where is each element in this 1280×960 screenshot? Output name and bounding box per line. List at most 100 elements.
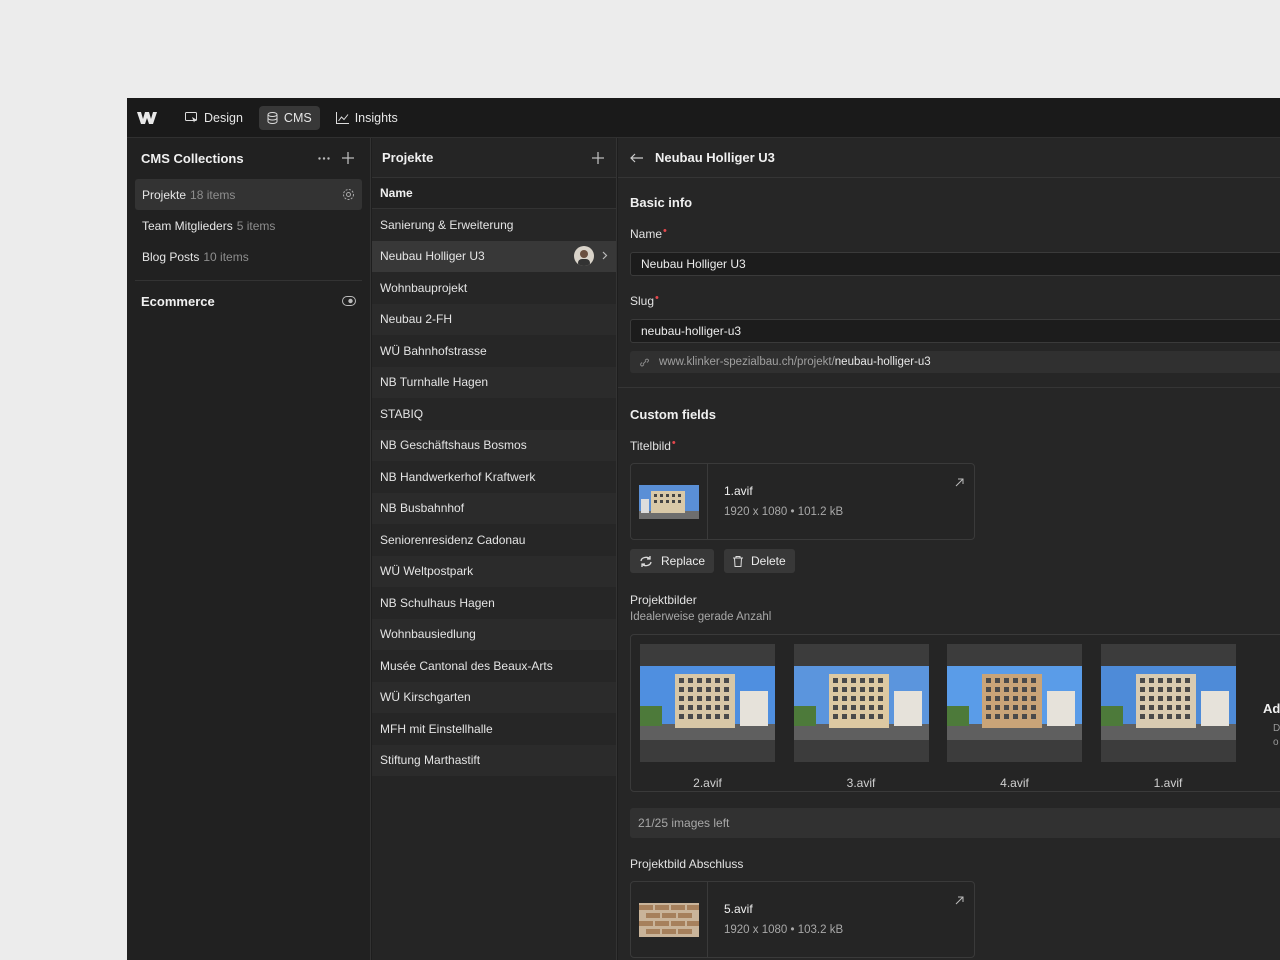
table-row[interactable]: MFH mit Einstellhalle	[372, 713, 616, 745]
table-row[interactable]: NB Busbahnhof	[372, 492, 616, 524]
collection-item-projekte[interactable]: Projekte 18 items	[135, 179, 362, 210]
row-name: Neubau Holliger U3	[380, 249, 485, 264]
gallery-caption: 3.avif	[846, 776, 876, 790]
gallery-item[interactable]: 2.avif	[640, 644, 775, 790]
tab-design[interactable]: Design	[177, 106, 251, 130]
trash-icon	[733, 555, 743, 567]
add-item-icon[interactable]	[590, 150, 606, 166]
required-marker: •	[663, 225, 667, 237]
add-collection-icon[interactable]	[340, 150, 356, 166]
collection-count: 10 items	[203, 249, 249, 264]
add-images-title: Ad	[1263, 701, 1280, 716]
settings-gear-icon[interactable]	[342, 188, 355, 201]
collection-item-team[interactable]: Team Mitglieders 5 items	[135, 210, 362, 241]
url-prefix: www.klinker-spezialbau.ch/projekt/	[659, 356, 835, 368]
row-name: Wohnbausiedlung	[380, 627, 476, 642]
editor-title: Neubau Holliger U3	[655, 150, 775, 165]
table-row[interactable]: WÜ Weltpostpark	[372, 555, 616, 587]
row-name: NB Turnhalle Hagen	[380, 375, 489, 390]
gallery-caption: 4.avif	[1000, 776, 1029, 790]
gallery-item[interactable]: 1.avif	[1100, 644, 1236, 790]
collection-item-blog[interactable]: Blog Posts 10 items	[135, 241, 362, 272]
table-row[interactable]: Sanierung & Erweiterung	[372, 209, 616, 241]
add-images-subtitle: D o	[1273, 723, 1280, 748]
titelbild-thumbnail	[631, 464, 708, 539]
collection-name: Team Mitglieders	[142, 218, 233, 233]
row-name: Seniorenresidenz Cadonau	[380, 532, 526, 547]
table-row[interactable]: NB Handwerkerhof Kraftwerk	[372, 461, 616, 493]
tab-cms-label: CMS	[283, 110, 312, 125]
items-panel: Projekte Name Sanierung & Erweiterung Neu…	[372, 138, 617, 960]
titelbild-label: Titelbild•	[618, 437, 676, 453]
table-row[interactable]: NB Geschäftshaus Bosmos	[372, 429, 616, 461]
row-name: Neubau 2-FH	[380, 312, 453, 327]
table-row[interactable]: NB Schulhaus Hagen	[372, 587, 616, 619]
slug-label-text: Slug	[630, 294, 655, 308]
table-row[interactable]: WÜ Kirschgarten	[372, 681, 616, 713]
abschluss-thumbnail	[631, 882, 708, 957]
delete-button[interactable]: Delete	[724, 549, 795, 573]
top-bar: Design CMS Insights	[127, 98, 1280, 138]
table-row[interactable]: Wohnbausiedlung	[372, 618, 616, 650]
collection-count: 18 items	[190, 187, 236, 202]
collection-name: Blog Posts	[142, 249, 200, 264]
name-label-text: Name	[630, 227, 663, 241]
back-arrow-icon[interactable]	[630, 153, 643, 163]
cms-app: Design CMS Insights CMS Collections Proj…	[127, 98, 1280, 960]
gallery-image	[640, 644, 775, 762]
eye-icon[interactable]	[342, 296, 356, 306]
add-images-area[interactable]: Ad D o	[1263, 701, 1280, 750]
images-left-status: 21/25 images left	[630, 808, 1280, 838]
external-link-icon[interactable]	[955, 892, 964, 910]
gallery-caption: 1.avif	[1153, 776, 1183, 790]
tab-insights[interactable]: Insights	[328, 106, 406, 130]
table-row[interactable]: WÜ Bahnhofstrasse	[372, 335, 616, 367]
external-link-icon[interactable]	[955, 474, 964, 492]
row-name: Wohnbauprojekt	[380, 280, 468, 295]
gallery-image	[1100, 644, 1236, 762]
tab-cms[interactable]: CMS	[258, 105, 320, 130]
ecommerce-section[interactable]: Ecommerce	[127, 281, 370, 321]
table-row[interactable]: STABIQ	[372, 398, 616, 430]
basic-info-heading: Basic info	[630, 195, 693, 210]
slug-field[interactable]: neubau-holliger-u3	[630, 319, 1280, 343]
row-name: WÜ Bahnhofstrasse	[380, 343, 487, 358]
table-row[interactable]: Neubau Holliger U3	[372, 240, 616, 272]
chevron-right-icon[interactable]	[602, 249, 608, 263]
titelbild-label-text: Titelbild	[630, 439, 671, 453]
more-icon[interactable]	[316, 150, 332, 166]
file-info: 1920 x 1080 • 101.2 kB	[724, 506, 844, 518]
replace-button[interactable]: Replace	[630, 549, 715, 573]
chart-icon	[335, 111, 349, 124]
projektbilder-hint: Idealerweise gerade Anzahl	[630, 611, 772, 623]
table-row[interactable]: Stiftung Marthastift	[372, 744, 616, 776]
gallery-item[interactable]: 3.avif	[793, 644, 929, 790]
collection-count: 5 items	[236, 218, 276, 233]
gallery-caption: 2.avif	[693, 776, 722, 790]
projektbilder-gallery: Ad D o 2.avif 3.avif 4.avif 1.avif	[630, 634, 1280, 792]
row-name: NB Schulhaus Hagen	[380, 595, 495, 610]
abschluss-file-card[interactable]: 5.avif 1920 x 1080 • 103.2 kB	[630, 881, 975, 958]
row-name: Stiftung Marthastift	[380, 753, 481, 768]
link-icon	[640, 358, 649, 366]
table-row[interactable]: Wohnbauprojekt	[372, 272, 616, 304]
row-name: NB Handwerkerhof Kraftwerk	[380, 469, 536, 484]
column-header-name[interactable]: Name	[372, 178, 616, 209]
url-preview[interactable]: www.klinker-spezialbau.ch/projekt/neubau…	[630, 351, 1280, 373]
titelbild-file-card[interactable]: 1.avif 1920 x 1080 • 101.2 kB	[630, 463, 975, 540]
row-name: NB Geschäftshaus Bosmos	[380, 438, 527, 453]
required-marker: •	[655, 292, 659, 304]
collections-panel: CMS Collections Projekte 18 items Team M…	[127, 138, 371, 960]
design-icon	[185, 111, 197, 122]
gallery-item[interactable]: 4.avif	[947, 644, 1082, 790]
custom-fields-heading: Custom fields	[630, 407, 716, 422]
table-row[interactable]: Seniorenresidenz Cadonau	[372, 524, 616, 556]
table-row[interactable]: NB Turnhalle Hagen	[372, 366, 616, 398]
file-info: 1920 x 1080 • 103.2 kB	[724, 924, 844, 936]
table-row[interactable]: Musée Cantonal des Beaux-Arts	[372, 650, 616, 682]
table-row[interactable]: Neubau 2-FH	[372, 303, 616, 335]
webflow-logo-icon[interactable]	[137, 111, 157, 125]
refresh-icon	[640, 555, 652, 567]
items-title: Projekte	[382, 150, 434, 165]
name-field[interactable]: Neubau Holliger U3	[630, 252, 1280, 276]
